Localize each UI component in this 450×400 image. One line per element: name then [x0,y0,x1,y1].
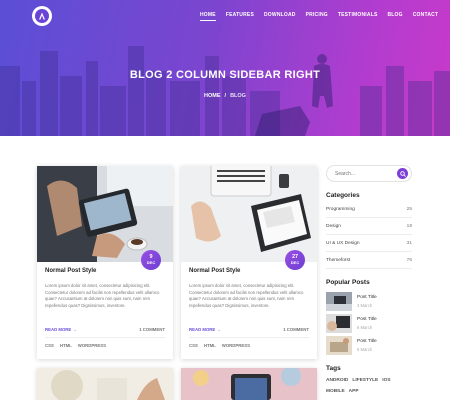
popular-post-item[interactable]: Post Title 6 March [326,314,416,334]
search-input[interactable] [335,169,395,179]
category-count: 31 [406,241,412,246]
popular-post-title: Post Title [357,295,377,300]
read-more-link[interactable]: READ MORE → [45,327,77,332]
post-title[interactable]: Normal Post Style [189,268,240,274]
breadcrumb-home[interactable]: HOME [204,93,221,99]
tag-cloud: MOBILE APP [326,389,359,394]
popular-post-thumbnail [326,336,352,355]
category-item[interactable]: Design 19 [326,219,412,235]
category-name: Programming [326,207,355,212]
card-divider [189,337,309,338]
logo[interactable] [32,6,52,26]
breadcrumb-separator: / [224,93,227,99]
post-tag[interactable]: HTML [204,343,216,348]
nav-testimonials[interactable]: TESTIMONIALS [338,12,378,21]
tag-link[interactable]: ANDROID [326,378,348,383]
tag-link[interactable]: MOBILE [326,389,345,394]
post-image[interactable] [37,368,173,400]
date-month: DEC [146,260,156,265]
popular-posts-heading: Popular Posts [326,279,370,286]
post-tag[interactable]: HTML [60,343,72,348]
post-image[interactable] [181,366,317,400]
main-nav: HOME FEATURES DOWNLOAD PRICING TESTIMONI… [200,12,438,21]
nav-contact[interactable]: CONTACT [413,12,438,21]
search-icon [399,170,406,177]
tag-cloud: ANDROID LIFESTYLE IOS [326,378,391,383]
date-badge: 9 DEC [141,250,161,270]
card-divider [45,337,165,338]
post-excerpt: Lorem ipsum dolor sit amet, consectetur … [45,283,160,308]
popular-post-thumbnail [326,292,352,311]
tablet-photo-image [37,166,173,262]
popular-post-title: Post Title [357,339,377,344]
tag-link[interactable]: LIFESTYLE [352,378,378,383]
category-name: Themeforst [326,258,351,263]
category-item[interactable]: Programming 25 [326,202,412,218]
nav-blog[interactable]: BLOG [387,12,402,21]
popular-post-item[interactable]: Post Title 3 March [326,292,416,312]
date-month: DEC [290,260,300,265]
search-button[interactable] [397,168,408,179]
nav-home[interactable]: HOME [200,12,216,21]
logo-a-icon [35,9,49,23]
category-name: Design [326,224,341,229]
post-card [181,366,317,400]
page-title: BLOG 2 COLUMN SIDEBAR RIGHT [129,69,321,81]
search-box [326,165,412,182]
popular-post-date: 3 March [357,303,373,308]
post-tag[interactable]: WORDPRESS [78,343,106,348]
nav-pricing[interactable]: PRICING [306,12,328,21]
popular-post-thumbnail [326,314,352,333]
breadcrumb-current: BLOG [230,93,246,99]
post-tags: CSS HTML WORDPRESS [45,343,106,348]
popular-post-date: 6 March [357,325,373,330]
laptop-desk-photo-image [181,166,317,262]
post-tag[interactable]: CSS [45,343,54,348]
popular-post-item[interactable]: Post Title 5 March [326,336,416,356]
nav-download[interactable]: DOWNLOAD [264,12,296,21]
category-item[interactable]: Themeforst 76 [326,253,412,269]
popular-post-title: Post Title [357,317,377,322]
post-image[interactable] [37,166,173,262]
post-tags: CSS HTML WORDPRESS [189,343,250,348]
post-card: 9 DEC Normal Post Style Lorem ipsum dolo… [37,166,173,359]
category-count: 25 [406,207,412,212]
breadcrumb: HOME / BLOG [0,93,450,99]
category-count: 19 [406,224,412,229]
category-count: 76 [406,258,412,263]
date-badge: 27 DEC [285,250,305,270]
post-image[interactable] [181,166,317,262]
read-more-link[interactable]: READ MORE → [189,327,221,332]
post-tag[interactable]: WORDPRESS [222,343,250,348]
post-title[interactable]: Normal Post Style [45,268,96,274]
post-excerpt: Lorem ipsum dolor sit amet, consectetur … [189,283,304,308]
post-tag[interactable]: CSS [189,343,198,348]
tag-link[interactable]: IOS [382,378,390,383]
hero-banner: HOME FEATURES DOWNLOAD PRICING TESTIMONI… [0,0,450,136]
popular-post-date: 5 March [357,347,373,352]
category-name: UI & UX Design [326,241,360,246]
comment-count-link[interactable]: 1 COMMENT [139,327,165,332]
categories-heading: Categories [326,192,360,199]
category-item[interactable]: UI & UX Design 31 [326,236,412,252]
nav-features[interactable]: FEATURES [226,12,254,21]
post-card [37,368,173,400]
comment-count-link[interactable]: 1 COMMENT [283,327,309,332]
tag-link[interactable]: APP [349,389,359,394]
city-skyline-image [0,46,450,136]
post-card: 27 DEC Normal Post Style Lorem ipsum dol… [181,166,317,359]
tags-heading: Tags [326,365,341,372]
